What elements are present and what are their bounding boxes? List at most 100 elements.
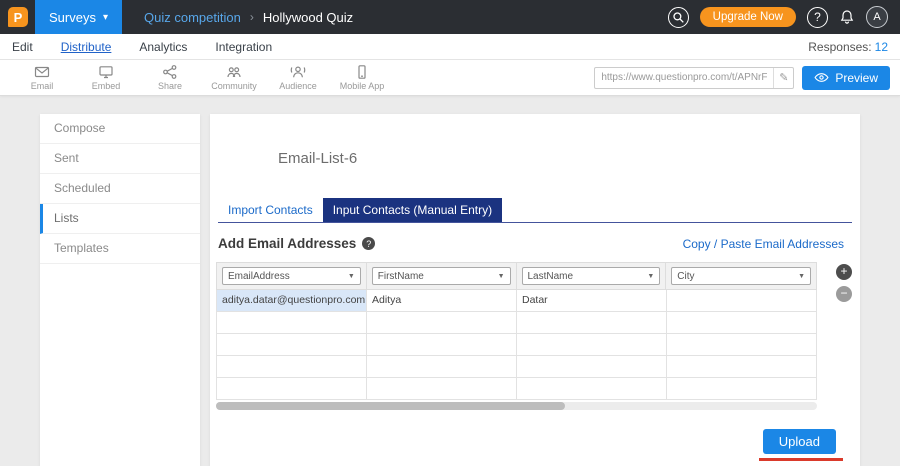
tool-email[interactable]: Email — [10, 64, 74, 91]
cell-email[interactable] — [217, 312, 367, 334]
tab-import-contacts[interactable]: Import Contacts — [218, 198, 323, 222]
nav-item-edit[interactable]: Edit — [12, 40, 33, 54]
dropdown-caret-icon: ▼ — [647, 273, 654, 280]
cell-email[interactable] — [217, 378, 367, 400]
contacts-tabs: Import Contacts Input Contacts (Manual E… — [218, 198, 852, 223]
remove-row-button[interactable]: − — [836, 286, 852, 302]
survey-nav: Edit Distribute Analytics Integration Re… — [0, 34, 900, 60]
table-row — [216, 378, 817, 400]
notifications-button[interactable] — [839, 9, 855, 25]
cell-city[interactable] — [667, 378, 817, 400]
cell-firstname[interactable] — [367, 356, 517, 378]
user-avatar[interactable]: A — [866, 6, 888, 28]
column-select-city[interactable]: City ▼ — [671, 267, 811, 285]
preview-label: Preview — [835, 71, 878, 85]
tool-community[interactable]: Community — [202, 64, 266, 91]
cell-email[interactable]: aditya.datar@questionpro.com — [217, 290, 367, 312]
header-cell-email: EmailAddress ▼ — [217, 263, 367, 289]
questionpro-logo[interactable]: P — [8, 7, 28, 27]
table-row — [216, 334, 817, 356]
sidebar-item-scheduled[interactable]: Scheduled — [40, 174, 200, 204]
nav-item-distribute[interactable]: Distribute — [61, 40, 112, 54]
tool-mobile-label: Mobile App — [340, 81, 385, 91]
help-tooltip-icon[interactable]: ? — [362, 237, 375, 250]
cell-city[interactable] — [667, 290, 817, 312]
add-row-button[interactable]: + — [836, 264, 852, 280]
topbar-actions: Upgrade Now ? A — [668, 6, 900, 28]
pencil-icon: ✎ — [779, 71, 788, 84]
horizontal-scrollbar-thumb[interactable] — [216, 402, 565, 410]
tab-input-contacts-manual[interactable]: Input Contacts (Manual Entry) — [323, 198, 502, 222]
column-select-lastname[interactable]: LastName ▼ — [522, 267, 661, 285]
list-detail-card: Email-List-6 Import Contacts Input Conta… — [210, 114, 860, 466]
distribute-toolbar: Email Embed Share Community Audience Mob… — [0, 60, 900, 96]
tool-community-label: Community — [211, 81, 257, 91]
upload-button[interactable]: Upload — [763, 429, 836, 454]
breadcrumb-parent[interactable]: Quiz competition — [144, 10, 241, 25]
surveys-menu-label: Surveys — [49, 10, 96, 25]
table-row — [216, 356, 817, 378]
sidebar-item-lists[interactable]: Lists — [40, 204, 200, 234]
breadcrumb-separator: › — [250, 10, 254, 24]
cell-firstname[interactable] — [367, 378, 517, 400]
cell-email[interactable] — [217, 356, 367, 378]
nav-item-integration[interactable]: Integration — [215, 40, 272, 54]
cell-firstname[interactable] — [367, 312, 517, 334]
cell-firstname[interactable]: Aditya — [367, 290, 517, 312]
sidebar-item-templates[interactable]: Templates — [40, 234, 200, 264]
table-row — [216, 312, 817, 334]
upload-annotation-underline — [759, 458, 843, 461]
responses-label: Responses: — [808, 40, 871, 54]
cell-lastname[interactable] — [517, 334, 667, 356]
email-icon — [34, 64, 50, 80]
sidebar-item-sent[interactable]: Sent — [40, 144, 200, 174]
cell-lastname[interactable] — [517, 378, 667, 400]
nav-item-analytics[interactable]: Analytics — [139, 40, 187, 54]
cell-lastname[interactable] — [517, 356, 667, 378]
upgrade-now-button[interactable]: Upgrade Now — [700, 7, 796, 27]
responses-count: 12 — [875, 40, 888, 54]
column-select-emailaddress[interactable]: EmailAddress ▼ — [222, 267, 361, 285]
tool-mobile-app[interactable]: Mobile App — [330, 64, 394, 91]
breadcrumb: Quiz competition › Hollywood Quiz — [144, 10, 353, 25]
surveys-menu-button[interactable]: Surveys ▾ — [35, 0, 122, 34]
cell-city[interactable] — [667, 334, 817, 356]
tool-share[interactable]: Share — [138, 64, 202, 91]
cell-firstname[interactable] — [367, 334, 517, 356]
bell-icon — [839, 9, 855, 25]
audience-icon — [290, 64, 306, 80]
share-icon — [162, 64, 178, 80]
chevron-down-icon: ▾ — [103, 12, 108, 23]
search-button[interactable] — [668, 7, 689, 28]
column-select-firstname[interactable]: FirstName ▼ — [372, 267, 511, 285]
help-button[interactable]: ? — [807, 7, 828, 28]
responses-counter: Responses: 12 — [808, 40, 888, 54]
email-sidebar: Compose Sent Scheduled Lists Templates — [40, 114, 200, 466]
preview-button[interactable]: Preview — [802, 66, 890, 90]
dropdown-caret-icon: ▼ — [498, 273, 505, 280]
contacts-table-header: EmailAddress ▼ FirstName ▼ LastName ▼ — [216, 262, 817, 290]
tool-embed[interactable]: Embed — [74, 64, 138, 91]
copy-paste-emails-link[interactable]: Copy / Paste Email Addresses — [683, 237, 844, 251]
mobile-icon — [354, 64, 370, 80]
table-row: aditya.datar@questionpro.com Aditya Data… — [216, 290, 817, 312]
cell-email[interactable] — [217, 334, 367, 356]
edit-url-button[interactable]: ✎ — [773, 68, 793, 88]
toolbar-right: ✎ Preview — [594, 66, 890, 90]
add-emails-header: Add Email Addresses ? Copy / Paste Email… — [218, 236, 844, 251]
column-select-lastname-label: LastName — [528, 271, 574, 282]
survey-url-input[interactable] — [595, 72, 773, 83]
eye-icon — [814, 72, 829, 83]
header-cell-lastname: LastName ▼ — [517, 263, 667, 289]
cell-city[interactable] — [667, 312, 817, 334]
community-icon — [226, 64, 242, 80]
dropdown-caret-icon: ▼ — [348, 273, 355, 280]
list-title: Email-List-6 — [278, 150, 357, 167]
breadcrumb-current: Hollywood Quiz — [263, 10, 353, 25]
cell-lastname[interactable]: Datar — [517, 290, 667, 312]
tool-audience[interactable]: Audience — [266, 64, 330, 91]
tool-email-label: Email — [31, 81, 54, 91]
cell-city[interactable] — [667, 356, 817, 378]
cell-lastname[interactable] — [517, 312, 667, 334]
sidebar-item-compose[interactable]: Compose — [40, 114, 200, 144]
